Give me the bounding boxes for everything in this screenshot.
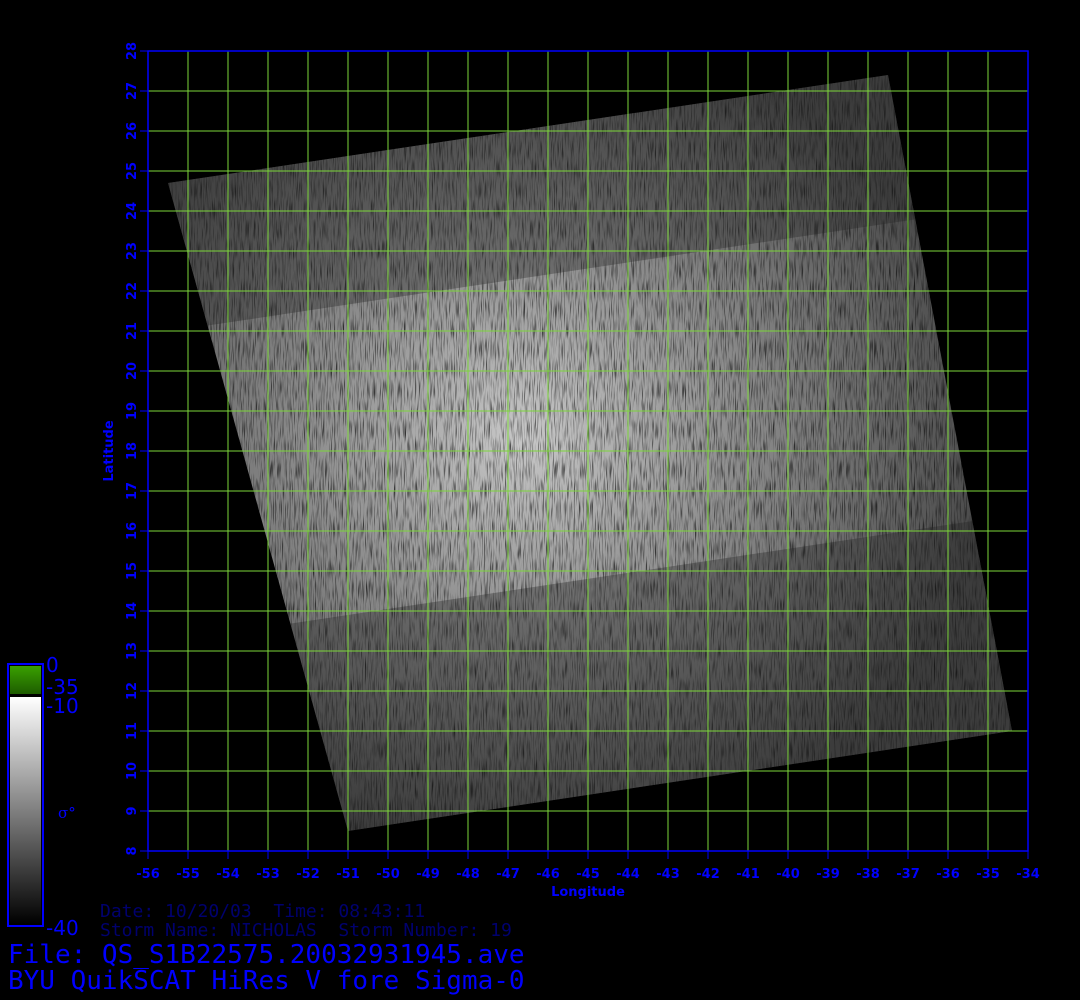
x-tick-label: -38 [856,867,880,882]
y-tick-label: 27 [125,82,140,100]
y-tick-label: 26 [125,122,140,140]
y-tick-label: 11 [125,722,140,740]
x-tick-label: -39 [816,867,840,882]
x-tick-label: -47 [496,867,520,882]
y-tick-label: 25 [125,162,140,180]
y-tick-label: 24 [125,202,140,220]
x-tick-label: -49 [416,867,440,882]
y-tick-label: 19 [125,402,140,420]
colorbar-label-max: -10 [46,694,79,718]
date-time-line: Date: 10/20/03 Time: 08:43:11 [100,901,426,922]
x-tick-label: -43 [656,867,680,882]
x-tick-label: -45 [576,867,600,882]
colorbar-label-top: 0 [46,653,59,677]
x-tick-label: -46 [536,867,560,882]
x-tick-label: -37 [896,867,920,882]
product-title-line: BYU QuikSCAT HiRes V fore Sigma-0 [8,966,525,996]
y-tick-label: 8 [125,846,140,855]
x-tick-label: -48 [456,867,480,882]
y-tick-label: 14 [125,602,140,620]
colorbar [7,663,44,927]
y-tick-label: 21 [125,322,140,340]
colorbar-sigma-symbol: σ° [58,804,76,822]
y-tick-label: 10 [125,762,140,780]
y-tick-label: 20 [125,362,140,380]
y-tick-label: 15 [125,562,140,580]
x-tick-label: -35 [976,867,1000,882]
colorbar-land-segment [10,666,41,694]
y-tick-label: 23 [125,242,140,260]
x-tick-label: -52 [296,867,320,882]
y-tick-label: 9 [125,806,140,815]
colorbar-label-min: -40 [46,916,79,940]
y-axis-label: Latitude [102,420,117,482]
y-tick-label: 22 [125,282,140,300]
x-tick-label: -40 [776,867,800,882]
y-tick-label: 16 [125,522,140,540]
x-tick-label: -55 [176,867,200,882]
x-tick-label: -36 [936,867,960,882]
x-tick-label: -50 [376,867,400,882]
x-tick-label: -53 [256,867,280,882]
sigma0-image-plot: -56 -55 -54 -53 -52 -51 -50 -49 -48 -47 -46 -45 -44 -… [7,42,1040,927]
lat-lon-grid [147,50,1029,852]
y-tick-label: 17 [125,482,140,500]
longitude-ticks: -56 -55 -54 -53 -52 -51 -50 -49 -48 -47 -46 -45 -44 -… [136,851,1040,882]
x-axis-label: Longitude [551,885,625,900]
y-tick-label: 12 [125,682,140,700]
y-tick-label: 13 [125,642,140,660]
x-tick-label: -51 [336,867,360,882]
file-name-line: File: QS_S1B22575.20032931945.ave [8,940,525,970]
latitude-ticks: 8 9 10 11 12 13 14 15 16 17 18 19 20 21 22 23 24 25 26 27 28 [125,42,148,856]
x-tick-label: -56 [136,867,160,882]
y-tick-label: 18 [125,442,140,460]
y-tick-label: 28 [125,42,140,60]
x-tick-label: -54 [216,867,240,882]
x-tick-label: -34 [1016,867,1040,882]
storm-line: Storm Name: NICHOLAS Storm Number: 19 [100,920,512,941]
x-tick-label: -41 [736,867,760,882]
x-tick-label: -42 [696,867,720,882]
colorbar-gray-segment [10,697,41,924]
x-tick-label: -44 [616,867,640,882]
